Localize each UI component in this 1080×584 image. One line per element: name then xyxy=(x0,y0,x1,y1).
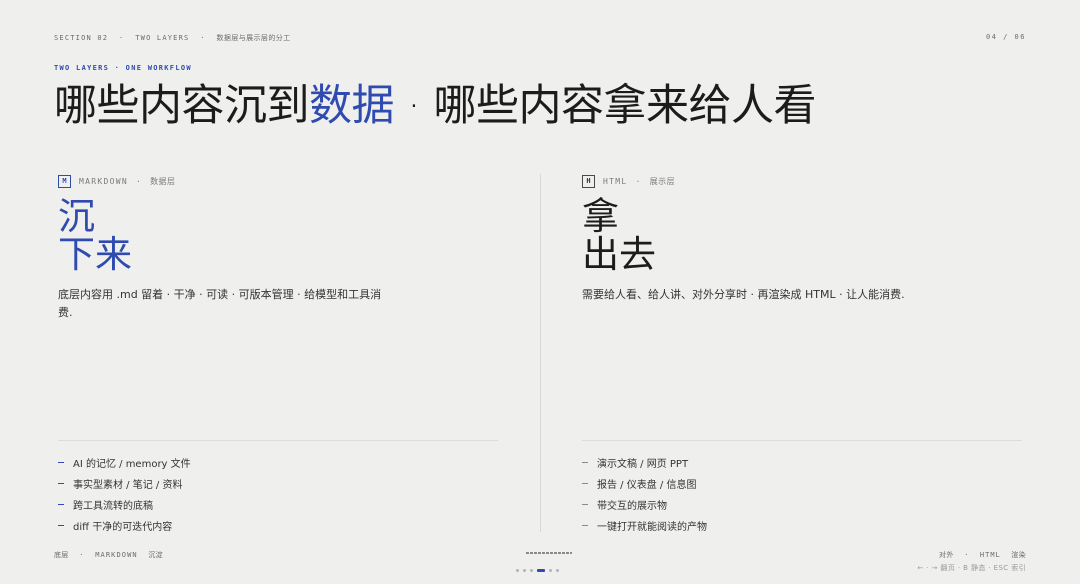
list-item: 带交互的展示物 xyxy=(582,494,1022,515)
slide-dot[interactable] xyxy=(523,569,526,572)
section-subtitle: 数据层与展示层的分工 xyxy=(216,34,291,42)
dash-icon xyxy=(58,483,64,484)
footer-left: 底层 · MARKDOWN 沉淀 xyxy=(54,551,163,559)
dash-icon xyxy=(582,462,588,463)
panel-heading-line-2: 出去 xyxy=(582,233,656,276)
dash-icon xyxy=(582,483,588,484)
section-header: SECTION 02 · TWO LAYERS · 数据层与展示层的分工 xyxy=(54,33,291,43)
markdown-use-list: AI 的记忆 / memory 文件 事实型素材 / 笔记 / 资料 跨工具流转… xyxy=(58,452,498,536)
slide-dot[interactable] xyxy=(516,569,519,572)
list-divider xyxy=(58,440,498,441)
list-item: 演示文稿 / 网页 PPT xyxy=(582,452,1022,473)
panel-heading-line-1: 拿 xyxy=(582,195,619,238)
dash-icon xyxy=(58,525,64,526)
dash-icon xyxy=(582,504,588,505)
panel-description: 需要给人看、给人讲、对外分享时 · 再渲染成 HTML · 让人能消费. xyxy=(582,288,905,301)
dash-icon xyxy=(582,525,588,526)
title-accent: 数据 xyxy=(309,81,395,131)
html-panel: H HTML · 展示层 拿 出去 需要给人看、给人讲、对外分享时 · 再渲染成… xyxy=(582,174,1022,304)
panel-tag-label: HTML xyxy=(603,176,628,186)
slide-dot-active[interactable] xyxy=(537,569,545,572)
panel-tag-dot: · xyxy=(135,176,143,186)
progress-bar xyxy=(526,552,572,554)
panel-tag-label: MARKDOWN xyxy=(79,176,128,186)
list-item: 跨工具流转的底稿 xyxy=(58,494,498,515)
page-counter: 04 / 06 xyxy=(985,33,1026,41)
html-use-list: 演示文稿 / 网页 PPT 报告 / 仪表盘 / 信息图 带交互的展示物 一键打… xyxy=(582,452,1022,536)
title-part-1: 哪些内容沉到 xyxy=(54,81,310,131)
column-divider xyxy=(540,174,541,532)
panel-description: 底层内容用 .md 留着 · 干净 · 可读 · 可版本管理 · 给模型和工具消… xyxy=(58,288,382,319)
panel-tag: M MARKDOWN · 数据层 xyxy=(58,174,498,188)
panel-heading: 沉 下来 xyxy=(58,198,498,274)
list-item: 事实型素材 / 笔记 / 资料 xyxy=(58,473,498,494)
panel-heading-line-1: 沉 xyxy=(58,195,95,238)
slide-dot[interactable] xyxy=(530,569,533,572)
panel-tag: H HTML · 展示层 xyxy=(582,174,1022,188)
keyboard-hint: ← · → 翻页 · B 静态 · ESC 索引 xyxy=(917,564,1026,572)
list-item: 报告 / 仪表盘 / 信息图 xyxy=(582,473,1022,494)
dash-icon xyxy=(58,462,64,463)
slide-dot[interactable] xyxy=(549,569,552,572)
list-item: diff 干净的可迭代内容 xyxy=(58,515,498,536)
panel-tag-cn: 展示层 xyxy=(649,176,676,186)
dash-icon xyxy=(58,504,64,505)
html-badge-icon: H xyxy=(582,174,595,188)
list-divider xyxy=(582,440,1022,441)
slide-dot[interactable] xyxy=(556,569,559,572)
section-label: SECTION 02 xyxy=(54,34,109,42)
footer-right: 对外 · HTML 渲染 ← · → 翻页 · B 静态 · ESC 索引 xyxy=(917,549,1026,575)
slide-dots xyxy=(516,569,559,572)
list-item: 一键打开就能阅读的产物 xyxy=(582,515,1022,536)
panel-tag-cn: 数据层 xyxy=(150,176,176,186)
kicker: TWO LAYERS · ONE WORKFLOW xyxy=(54,64,192,72)
title-part-2: · 哪些内容拿来给人看 xyxy=(394,81,817,131)
section-part: TWO LAYERS xyxy=(135,34,190,42)
panel-tag-dot: · xyxy=(635,176,642,186)
panel-heading-line-2: 下来 xyxy=(58,233,132,276)
markdown-badge-icon: M xyxy=(58,174,71,188)
markdown-panel: M MARKDOWN · 数据层 沉 下来 底层内容用 .md 留着 · 干净 … xyxy=(58,174,498,322)
panel-heading: 拿 出去 xyxy=(582,198,1022,274)
list-item: AI 的记忆 / memory 文件 xyxy=(58,452,498,473)
page-title: 哪些内容沉到数据 · 哪些内容拿来给人看 xyxy=(54,80,817,132)
